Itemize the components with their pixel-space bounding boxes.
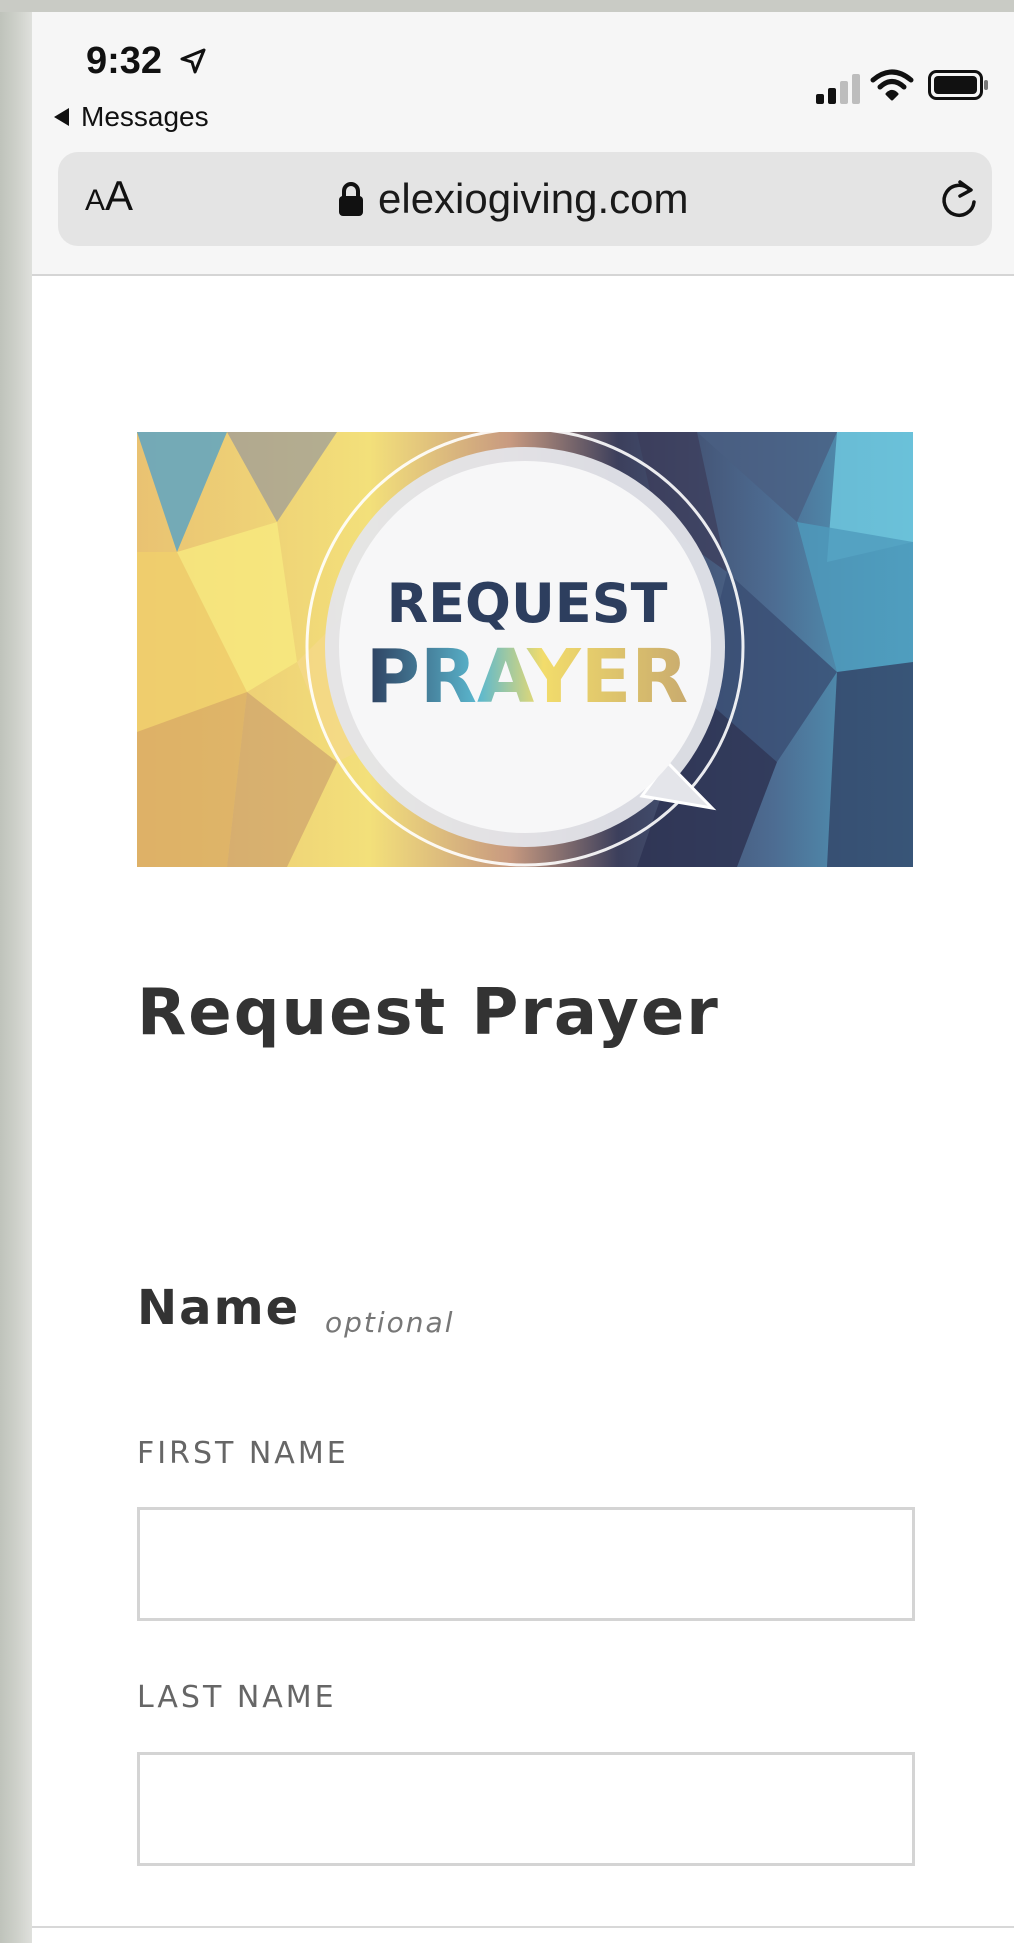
banner-letter: R — [420, 634, 477, 720]
name-section-heading: Name — [137, 1280, 301, 1336]
browser-chrome: 9:32 Messages AA elexiogiving.com — [32, 12, 1014, 276]
reader-text-size-button[interactable]: AA — [85, 172, 133, 220]
bottom-divider — [32, 1926, 1014, 1928]
cellular-signal-icon — [816, 74, 860, 104]
status-time: 9:32 — [86, 40, 163, 82]
background-top-edge — [0, 0, 1014, 12]
banner-letter: P — [366, 634, 420, 720]
address-bar[interactable]: AA elexiogiving.com — [58, 152, 992, 246]
back-arrow-icon — [54, 108, 69, 126]
first-name-label: FIRST NAME — [137, 1436, 349, 1471]
banner-letter: Y — [526, 634, 582, 720]
page-title: Request Prayer — [137, 976, 720, 1050]
back-to-messages-link[interactable]: Messages — [54, 100, 209, 134]
reload-icon[interactable] — [936, 176, 982, 222]
phone-screen: 9:32 Messages AA elexiogiving.com REQUES… — [32, 12, 1014, 1943]
url-display[interactable]: elexiogiving.com — [338, 152, 689, 246]
banner-line-1: REQUEST — [387, 572, 668, 635]
wifi-icon — [870, 69, 914, 101]
last-name-input[interactable] — [137, 1752, 915, 1866]
optional-hint: optional — [325, 1306, 455, 1339]
request-prayer-banner: REQUEST PRAYER — [137, 432, 913, 867]
banner-letter: A — [477, 634, 534, 720]
battery-icon — [928, 70, 988, 100]
background-edge — [0, 0, 32, 1943]
url-text: elexiogiving.com — [378, 175, 689, 222]
first-name-input[interactable] — [137, 1507, 915, 1621]
location-arrow-icon — [180, 48, 206, 74]
banner-letter: E — [581, 634, 632, 720]
banner-letter: R — [631, 634, 688, 720]
last-name-label: LAST NAME — [137, 1680, 337, 1715]
back-label: Messages — [81, 101, 209, 132]
lock-icon — [339, 182, 363, 216]
svg-text:PRAYER: PRAYER — [366, 634, 689, 720]
